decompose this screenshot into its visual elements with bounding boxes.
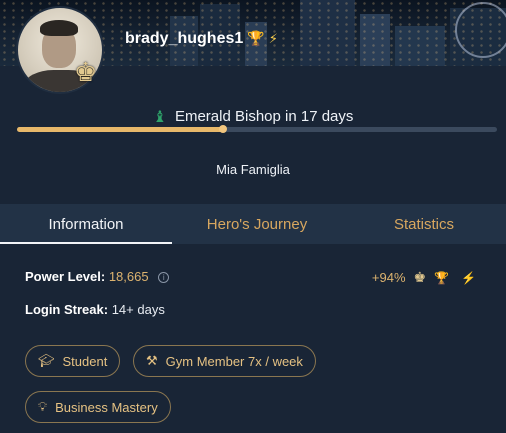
tab-information[interactable]: Information — [0, 204, 172, 244]
username-row: brady_hughes1 🏆 ⚡ — [125, 30, 278, 48]
clan-name[interactable]: Mia Famiglia — [0, 162, 506, 177]
info-icon[interactable]: i — [158, 272, 170, 283]
rank-progress-knob — [219, 124, 228, 133]
chip-label: Business Mastery — [55, 399, 158, 415]
login-streak-label: Login Streak: — [25, 302, 109, 317]
graduation-cap-icon: 🎓︎ — [38, 353, 55, 368]
lightning-icon: ⚡ — [268, 31, 278, 47]
tab-heros-journey[interactable]: Hero's Journey — [172, 204, 342, 244]
power-level-label: Power Level: — [25, 269, 106, 284]
king-chess-icon: ♚ — [74, 58, 98, 88]
lightning-icon: ⚡ — [461, 270, 476, 285]
power-level-row: Power Level: 18,665 i — [25, 269, 170, 284]
chip-gym-member[interactable]: ⚒ Gym Member 7x / week — [133, 345, 316, 377]
trophy-icon: 🏆 — [434, 270, 450, 285]
rank-progress-bar — [17, 124, 497, 133]
login-streak-value: 14+ days — [111, 302, 165, 317]
banner-ferris-wheel — [455, 2, 506, 58]
username[interactable]: brady_hughes1 — [125, 30, 243, 48]
power-level-stats: +94% ♚ 🏆 ⚡ — [372, 269, 476, 286]
next-rank-text: Emerald Bishop in 17 days — [174, 108, 354, 125]
king-chess-icon: ♚ — [413, 269, 427, 285]
trophy-icon: 🏆 — [247, 31, 265, 47]
chip-label: Gym Member 7x / week — [165, 353, 303, 369]
bishop-chess-icon: ♝ — [152, 107, 167, 126]
chip-label: Student — [62, 353, 108, 369]
chip-business-mastery[interactable]: 💡︎ Business Mastery — [25, 391, 171, 423]
rank-progress-fill — [17, 127, 224, 132]
chip-student[interactable]: 🎓︎ Student — [25, 345, 121, 377]
next-rank: ♝ Emerald Bishop in 17 days — [0, 107, 506, 126]
power-change-percent: +94% — [371, 270, 406, 285]
login-streak-row: Login Streak: 14+ days — [25, 302, 165, 317]
power-level-value: 18,665 — [108, 269, 149, 284]
lightbulb-icon: 💡︎ — [38, 399, 48, 414]
avatar-hair — [40, 20, 78, 36]
tab-statistics[interactable]: Statistics — [342, 204, 506, 244]
profile-tabs: Information Hero's Journey Statistics — [0, 204, 506, 244]
dumbbell-icon: ⚒ — [146, 353, 158, 368]
